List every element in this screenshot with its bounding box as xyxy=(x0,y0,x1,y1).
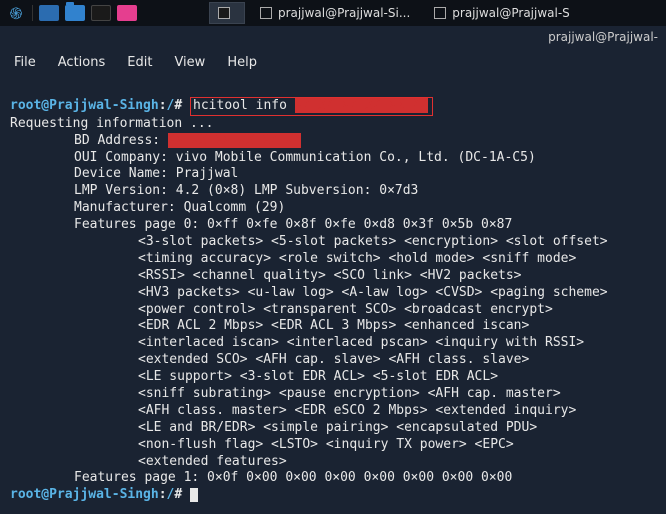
out-f14: <extended features> xyxy=(138,454,287,469)
taskbar-window-1[interactable] xyxy=(209,2,245,24)
out-device: Device Name: Prajjwal xyxy=(74,166,238,181)
cursor xyxy=(190,488,198,502)
terminal-window-icon xyxy=(218,7,230,19)
out-f4: <HV3 packets> <u-law log> <A-law log> <C… xyxy=(138,285,608,300)
separator xyxy=(32,5,33,21)
out-f10: <sniff subrating> <pause encryption> <AF… xyxy=(138,386,561,401)
command-highlight: hcitool info XX:XX:XX:XX:XX:XX xyxy=(190,97,433,116)
out-f11: <AFH class. master> <EDR eSCO 2 Mbps> <e… xyxy=(138,403,576,418)
prompt-sep: : xyxy=(159,98,167,113)
app-launcher-1[interactable] xyxy=(39,3,59,23)
command-arg-redacted: XX:XX:XX:XX:XX:XX xyxy=(295,98,428,113)
out-f7: <interlaced iscan> <interlaced pscan> <i… xyxy=(138,335,584,350)
window-titlebar: prajjwal@Prajjwal- xyxy=(0,26,666,48)
file-manager-icon[interactable] xyxy=(65,3,85,23)
prompt2-user: root@Prajjwal-Singh xyxy=(10,487,159,502)
terminal-output[interactable]: root@Prajjwal-Singh:/# hcitool info XX:X… xyxy=(0,76,666,514)
out-f2: <timing accuracy> <role switch> <hold mo… xyxy=(138,251,576,266)
prompt2-sep: : xyxy=(159,487,167,502)
kali-logo-icon[interactable]: ֍ xyxy=(6,3,26,23)
menu-view[interactable]: View xyxy=(174,55,205,70)
menu-file[interactable]: File xyxy=(14,55,36,70)
out-bd-redacted: XX:XX:XX:XX:XX:XX xyxy=(168,133,301,148)
out-f5: <power control> <transparent SCO> <broad… xyxy=(138,302,553,317)
window-icon xyxy=(434,7,446,19)
taskbar: ֍ prajjwal@Prajjwal-Si... prajjwal@Prajj… xyxy=(0,0,666,26)
menu-actions[interactable]: Actions xyxy=(58,55,106,70)
out-feat0: Features page 0: 0×ff 0×fe 0×8f 0×fe 0×d… xyxy=(74,217,512,232)
out-requesting: Requesting information ... xyxy=(10,116,214,131)
out-f8: <extended SCO> <AFH cap. slave> <AFH cla… xyxy=(138,352,529,367)
app-launcher-2[interactable] xyxy=(117,3,137,23)
out-oui: OUI Company: vivo Mobile Communication C… xyxy=(74,150,536,165)
out-f13: <non-flush flag> <LSTO> <inquiry TX powe… xyxy=(138,437,514,452)
out-manu: Manufacturer: Qualcomm (29) xyxy=(74,200,285,215)
taskbar-window-2[interactable]: prajjwal@Prajjwal-Si... xyxy=(251,2,419,24)
out-f1: <3-slot packets> <5-slot packets> <encry… xyxy=(138,234,608,249)
command-text: hcitool info xyxy=(193,98,287,113)
taskbar-window-3[interactable]: prajjwal@Prajjwal-S xyxy=(425,2,579,24)
out-feat1: Features page 1: 0×0f 0×00 0×00 0×00 0×0… xyxy=(74,470,512,485)
terminal-launcher-icon[interactable] xyxy=(91,3,111,23)
menubar: File Actions Edit View Help xyxy=(0,48,666,76)
out-bd-label: BD Address: xyxy=(74,133,160,148)
out-f6: <EDR ACL 2 Mbps> <EDR ACL 3 Mbps> <enhan… xyxy=(138,318,529,333)
menu-help[interactable]: Help xyxy=(227,55,257,70)
taskbar-window-3-label: prajjwal@Prajjwal-S xyxy=(452,6,570,20)
prompt2-hash: # xyxy=(174,487,182,502)
out-lmp: LMP Version: 4.2 (0×8) LMP Subversion: 0… xyxy=(74,183,418,198)
taskbar-window-2-label: prajjwal@Prajjwal-Si... xyxy=(278,6,410,20)
menu-edit[interactable]: Edit xyxy=(127,55,152,70)
window-icon xyxy=(260,7,272,19)
window-title: prajjwal@Prajjwal- xyxy=(548,30,658,44)
out-f9: <LE support> <3-slot EDR ACL> <5-slot ED… xyxy=(138,369,498,384)
prompt-hash: # xyxy=(174,98,182,113)
out-f3: <RSSI> <channel quality> <SCO link> <HV2… xyxy=(138,268,522,283)
out-f12: <LE and BR/EDR> <simple pairing> <encaps… xyxy=(138,420,537,435)
prompt-user: root@Prajjwal-Singh xyxy=(10,98,159,113)
